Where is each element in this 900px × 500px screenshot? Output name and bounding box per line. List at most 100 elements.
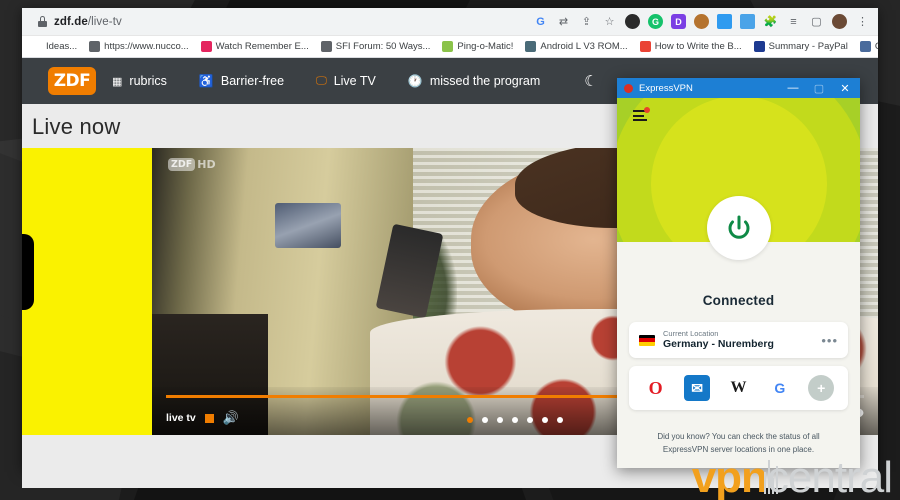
hamburger-menu-icon[interactable] [633, 107, 650, 124]
bookmark-label: Ping-o-Matic! [457, 41, 514, 52]
expressvpn-logo-icon [624, 83, 633, 93]
book-icon [859, 41, 871, 52]
clock-icon: 🕐 [407, 74, 423, 88]
carousel-dot[interactable] [482, 417, 488, 423]
pin-icon [442, 41, 454, 52]
bookmark-label: SFI Forum: 50 Ways... [335, 41, 431, 52]
carousel-dot[interactable] [557, 417, 563, 423]
carousel-dot[interactable] [512, 417, 518, 423]
dark-avatar-icon[interactable] [625, 14, 640, 29]
bookmark-label: Android L V3 ROM... [540, 41, 628, 52]
bookmark-item[interactable]: Android L V3 ROM... [520, 39, 632, 54]
minimize-button[interactable]: — [780, 78, 806, 98]
check-circle-icon [639, 41, 651, 52]
notification-dot [644, 107, 650, 113]
google-icon[interactable]: G [766, 375, 793, 401]
zdf-nav-item-missed-program[interactable]: 🕐 missed the program [392, 74, 556, 88]
profile-avatar-icon[interactable] [832, 14, 847, 29]
zdf-nav-label: Barrier-free [220, 74, 285, 88]
blue-square-icon[interactable] [717, 14, 732, 29]
zdf-nav-item-rubrics[interactable]: ▦ rubrics [96, 74, 183, 88]
bookmark-item[interactable]: Summary - PayPal [749, 39, 853, 54]
puzzle-extension-icon[interactable]: 🧩 [763, 14, 778, 29]
android-icon [525, 41, 537, 52]
moon-icon[interactable]: ☾ [584, 72, 597, 90]
bookmark-item[interactable]: Watch Remember E... [196, 39, 314, 54]
carousel-dot[interactable] [542, 417, 548, 423]
shortcuts-bar: O ✉ W G + [629, 366, 848, 410]
tip-text: Did you know? You can check the status o… [617, 431, 860, 456]
translate-icon[interactable]: ⇄ [556, 14, 571, 29]
browser-toolbar: zdf.de/live-tv G ⇄ ⇪ ☆ G D 🧩 ≡ ▢ ⋮ [22, 8, 878, 36]
bookmark-item[interactable]: Ping-o-Matic! [437, 39, 518, 54]
bookmarks-bar: Ideas... https://www.nucco... Watch Rememb… [22, 36, 878, 58]
location-value: Germany - Nuremberg [663, 338, 774, 351]
dashlane-icon[interactable]: D [671, 14, 686, 29]
omnibox-icon-group: G ⇄ ⇪ ☆ G D 🧩 ≡ ▢ ⋮ [533, 14, 872, 29]
zdf-nav-label: Live TV [333, 74, 376, 88]
location-options-button[interactable]: ••• [821, 333, 838, 348]
opera-icon[interactable]: O [642, 375, 669, 401]
bookmark-label: Ideas... [46, 41, 78, 52]
playlist-icon[interactable]: ≡ [786, 14, 801, 29]
location-text: Current Location Germany - Nuremberg [663, 328, 813, 351]
add-shortcut-icon[interactable]: + [808, 375, 835, 401]
kebab-menu-icon[interactable]: ⋮ [855, 14, 870, 29]
zdf-nav-item-live-tv[interactable]: 🖵 Live TV [300, 74, 392, 88]
connection-status: Connected [702, 293, 775, 308]
screenshot-icon[interactable] [740, 14, 755, 29]
close-button[interactable]: ✕ [832, 78, 858, 98]
carousel-side-panel [22, 148, 152, 435]
zdf-nav-label: rubrics [129, 74, 167, 88]
channel-watermark-hd: HD [197, 158, 216, 171]
globe-icon [320, 41, 332, 52]
share-icon[interactable]: ⇪ [579, 14, 594, 29]
window-title: ExpressVPN [639, 82, 693, 94]
expressvpn-title-bar: ExpressVPN — ▢ ✕ [617, 78, 860, 98]
zdf-nav-item-barrier-free[interactable]: ♿ Barrier-free [183, 74, 300, 88]
channel-watermark-zdf: ZDF [168, 158, 196, 171]
globe-icon [31, 41, 42, 52]
maximize-button[interactable]: ▢ [806, 78, 832, 98]
url-text: zdf.de/live-tv [54, 15, 122, 28]
accessibility-icon: ♿ [198, 74, 214, 88]
carousel-dot[interactable] [497, 417, 503, 423]
carousel-dot[interactable] [467, 417, 473, 423]
bookmark-label: https://www.nucco... [104, 41, 189, 52]
wikipedia-icon[interactable]: W [725, 375, 752, 401]
zdf-nav-label: missed the program [429, 74, 541, 88]
current-location-card[interactable]: Current Location Germany - Nuremberg ••• [629, 322, 848, 358]
bookmark-label: Summary - PayPal [768, 41, 848, 52]
location-caption: Current Location [663, 328, 719, 338]
paypal-icon [753, 41, 765, 52]
address-bar[interactable]: zdf.de/live-tv [28, 10, 527, 33]
bookmark-label: How to Write the B... [654, 41, 742, 52]
bookmark-item[interactable]: Ideas... [26, 39, 82, 54]
carousel-prev-button[interactable] [22, 234, 34, 310]
channel-watermark: ZDF HD [168, 158, 216, 171]
tip-line-1: Did you know? You can check the status o… [657, 432, 820, 442]
sidepanel-icon[interactable]: ▢ [809, 14, 824, 29]
k-icon [200, 41, 212, 52]
germany-flag-icon [639, 334, 655, 346]
tip-line-2: ExpressVPN server locations in one place… [662, 444, 815, 454]
expressvpn-window: ExpressVPN — ▢ ✕ Connected Current Locat… [617, 78, 860, 468]
bookmark-item[interactable]: Critical Thinker Aca... [855, 39, 878, 54]
bookmark-item[interactable]: How to Write the B... [635, 39, 747, 54]
grid-icon: ▦ [112, 75, 123, 88]
mail-icon[interactable]: ✉ [684, 375, 711, 401]
expressvpn-hero [617, 98, 860, 283]
zdf-logo[interactable]: ZDF [48, 67, 96, 95]
google-icon[interactable]: G [533, 14, 548, 29]
bookmark-star-icon[interactable]: ☆ [602, 14, 617, 29]
bookmark-label: Critical Thinker Aca... [875, 41, 878, 52]
grammarly-icon[interactable]: G [648, 14, 663, 29]
cookie-icon[interactable] [694, 14, 709, 29]
monitor-icon: 🖵 [316, 74, 327, 87]
power-button-icon[interactable] [706, 196, 771, 260]
globe-icon [89, 41, 101, 52]
lock-icon [38, 16, 47, 27]
carousel-dot[interactable] [527, 417, 533, 423]
bookmark-item[interactable]: https://www.nucco... [84, 39, 193, 54]
bookmark-item[interactable]: SFI Forum: 50 Ways... [316, 39, 436, 54]
